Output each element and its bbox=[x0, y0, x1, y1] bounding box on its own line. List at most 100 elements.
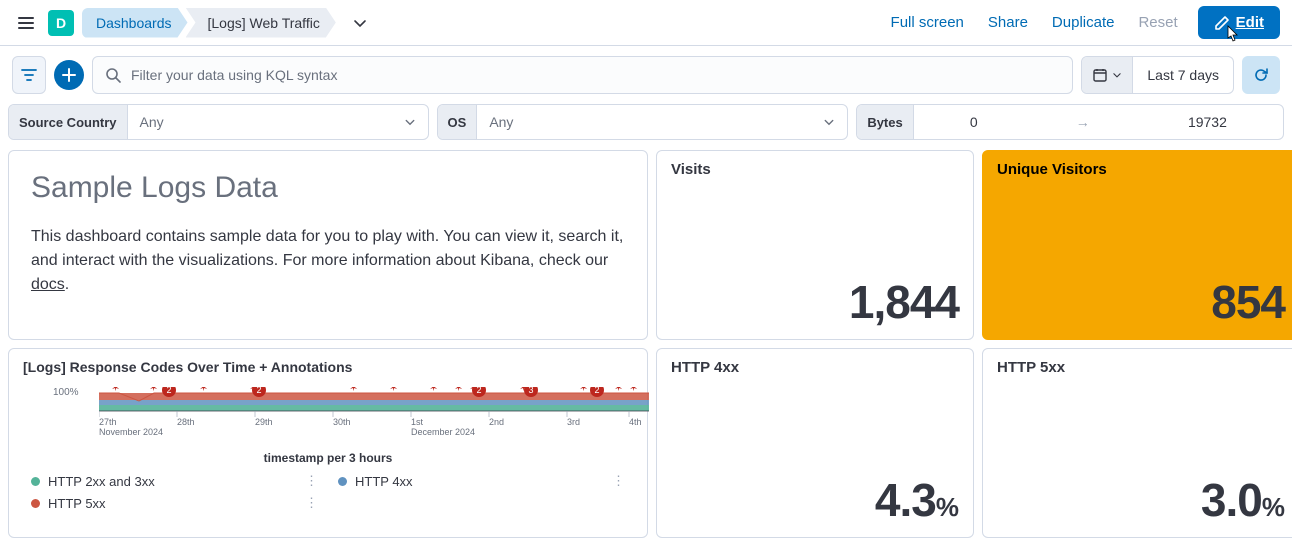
intro-title: Sample Logs Data bbox=[31, 171, 625, 205]
dashboard-grid: Sample Logs Data This dashboard contains… bbox=[0, 150, 1292, 546]
control-value: Any bbox=[140, 114, 164, 130]
calendar-icon bbox=[1092, 67, 1108, 83]
metric-title: HTTP 4xx bbox=[671, 359, 959, 376]
date-range-label[interactable]: Last 7 days bbox=[1133, 57, 1233, 93]
svg-text:✶: ✶ bbox=[149, 387, 158, 394]
control-label: OS bbox=[438, 105, 478, 139]
area-chart: ✶✶ ✶✶ ✶✶ ✶✶✶ ✶✶ ✶✶ 2 2 2 3 2 27th bbox=[99, 387, 649, 443]
legend-menu-button[interactable]: ⋮ bbox=[612, 473, 625, 489]
y-axis-tick: 100% bbox=[53, 387, 79, 398]
search-icon bbox=[105, 67, 121, 83]
space-badge[interactable]: D bbox=[48, 10, 74, 36]
control-value: Any bbox=[489, 114, 513, 130]
docs-link[interactable]: docs bbox=[31, 276, 65, 293]
breadcrumb-dropdown[interactable] bbox=[352, 15, 368, 31]
metric-title: Visits bbox=[671, 161, 959, 178]
hamburger-icon bbox=[18, 15, 34, 31]
svg-text:4th: 4th bbox=[629, 417, 642, 427]
legend-item[interactable]: HTTP 5xx ⋮ bbox=[31, 495, 318, 511]
menu-button[interactable] bbox=[12, 9, 40, 37]
panel-unique-visitors: Unique Visitors 854 bbox=[982, 150, 1292, 340]
svg-text:✶: ✶ bbox=[454, 387, 463, 394]
panel-intro: Sample Logs Data This dashboard contains… bbox=[8, 150, 648, 340]
fullscreen-button[interactable]: Full screen bbox=[891, 14, 964, 31]
legend-menu-button[interactable]: ⋮ bbox=[305, 473, 318, 489]
svg-text:November 2024: November 2024 bbox=[99, 427, 163, 437]
breadcrumb-dashboards[interactable]: Dashboards bbox=[82, 8, 188, 38]
header-actions: Full screen Share Duplicate Reset bbox=[891, 14, 1178, 31]
breadcrumb-current[interactable]: [Logs] Web Traffic bbox=[186, 8, 336, 38]
filter-button[interactable] bbox=[12, 56, 46, 94]
control-row: Source Country Any OS Any Bytes 0 → 1973… bbox=[0, 104, 1292, 150]
panel-response-codes: [Logs] Response Codes Over Time + Annota… bbox=[8, 348, 648, 538]
svg-text:✶: ✶ bbox=[614, 387, 623, 394]
refresh-icon bbox=[1253, 67, 1269, 83]
search-box[interactable] bbox=[92, 56, 1073, 94]
legend-dot-icon bbox=[31, 477, 40, 486]
metric-value: 854 bbox=[997, 275, 1285, 329]
intro-text: This dashboard contains sample data for … bbox=[31, 225, 625, 297]
arrow-right-icon: → bbox=[1076, 114, 1090, 130]
metric-title: HTTP 5xx bbox=[997, 359, 1285, 376]
svg-text:✶: ✶ bbox=[579, 387, 588, 394]
metric-unit: % bbox=[1262, 492, 1285, 522]
date-picker[interactable]: Last 7 days bbox=[1081, 56, 1234, 94]
bytes-max: 19732 bbox=[1188, 114, 1227, 130]
breadcrumb: Dashboards [Logs] Web Traffic bbox=[82, 8, 336, 38]
legend-item[interactable]: HTTP 4xx ⋮ bbox=[338, 473, 625, 489]
reset-button: Reset bbox=[1138, 14, 1177, 31]
legend-dot-icon bbox=[338, 477, 347, 486]
svg-text:✶: ✶ bbox=[199, 387, 208, 394]
refresh-button[interactable] bbox=[1242, 56, 1280, 94]
svg-text:1st: 1st bbox=[411, 417, 424, 427]
plus-icon bbox=[62, 68, 76, 82]
filter-icon bbox=[21, 67, 37, 83]
chart-legend: HTTP 2xx and 3xx ⋮ HTTP 4xx ⋮ HTTP 5xx ⋮ bbox=[23, 473, 633, 511]
metric-value: 3.0 bbox=[1201, 474, 1262, 526]
date-quick-button[interactable] bbox=[1082, 57, 1133, 93]
metric-value: 1,844 bbox=[671, 275, 959, 329]
edit-button[interactable]: Edit bbox=[1198, 6, 1280, 39]
panel-http-5xx: HTTP 5xx 3.0% bbox=[982, 348, 1292, 538]
control-label: Source Country bbox=[9, 105, 128, 139]
metric-unit: % bbox=[936, 492, 959, 522]
svg-text:2: 2 bbox=[594, 387, 599, 395]
top-header: D Dashboards [Logs] Web Traffic Full scr… bbox=[0, 0, 1292, 46]
share-button[interactable]: Share bbox=[988, 14, 1028, 31]
svg-text:30th: 30th bbox=[333, 417, 351, 427]
metric-title: Unique Visitors bbox=[997, 161, 1285, 178]
svg-text:2nd: 2nd bbox=[489, 417, 504, 427]
panel-title: [Logs] Response Codes Over Time + Annota… bbox=[23, 359, 633, 375]
svg-text:✶: ✶ bbox=[629, 387, 638, 394]
svg-text:27th: 27th bbox=[99, 417, 117, 427]
svg-text:3: 3 bbox=[528, 387, 533, 395]
control-os[interactable]: OS Any bbox=[437, 104, 849, 140]
query-bar: Last 7 days bbox=[0, 46, 1292, 104]
svg-text:✶: ✶ bbox=[389, 387, 398, 394]
control-bytes[interactable]: Bytes 0 → 19732 bbox=[856, 104, 1284, 140]
duplicate-button[interactable]: Duplicate bbox=[1052, 14, 1115, 31]
chart-area[interactable]: 100% ✶ ✶ ✶ ✶ bbox=[23, 387, 633, 443]
svg-text:2: 2 bbox=[476, 387, 481, 395]
metric-value: 4.3 bbox=[875, 474, 936, 526]
legend-dot-icon bbox=[31, 499, 40, 508]
svg-text:✶: ✶ bbox=[111, 387, 120, 394]
svg-text:29th: 29th bbox=[255, 417, 273, 427]
bytes-min: 0 bbox=[970, 114, 978, 130]
legend-menu-button[interactable]: ⋮ bbox=[305, 495, 318, 511]
chevron-down-icon bbox=[352, 15, 368, 31]
legend-item[interactable]: HTTP 2xx and 3xx ⋮ bbox=[31, 473, 318, 489]
svg-text:December 2024: December 2024 bbox=[411, 427, 475, 437]
control-source-country[interactable]: Source Country Any bbox=[8, 104, 429, 140]
x-axis-label: timestamp per 3 hours bbox=[23, 451, 633, 465]
svg-text:2: 2 bbox=[256, 387, 261, 395]
control-label: Bytes bbox=[857, 105, 913, 139]
svg-text:28th: 28th bbox=[177, 417, 195, 427]
panel-http-4xx: HTTP 4xx 4.3% bbox=[656, 348, 974, 538]
pencil-icon bbox=[1214, 15, 1230, 31]
svg-text:2: 2 bbox=[166, 387, 171, 395]
search-input[interactable] bbox=[131, 67, 1060, 83]
chevron-down-icon bbox=[1112, 70, 1122, 80]
chevron-down-icon bbox=[404, 116, 416, 128]
add-filter-button[interactable] bbox=[54, 60, 84, 90]
